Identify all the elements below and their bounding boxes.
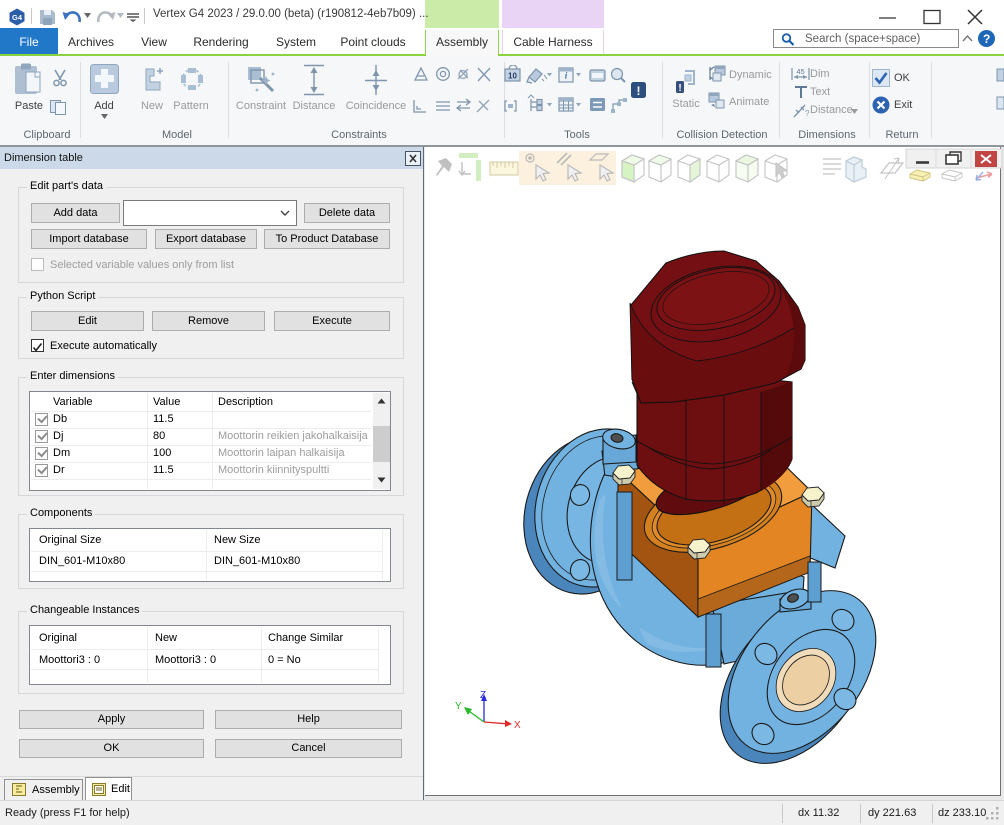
svg-text:45: 45 xyxy=(796,67,804,76)
svg-text:X: X xyxy=(514,720,521,731)
svg-text:?: ? xyxy=(805,109,809,118)
svg-text:!: ! xyxy=(678,83,681,94)
svg-text:G4: G4 xyxy=(12,13,23,22)
svg-text:!: ! xyxy=(637,84,641,98)
svg-text:10: 10 xyxy=(508,72,517,81)
svg-text:Z: Z xyxy=(480,690,486,701)
svg-text:Y: Y xyxy=(455,701,462,712)
